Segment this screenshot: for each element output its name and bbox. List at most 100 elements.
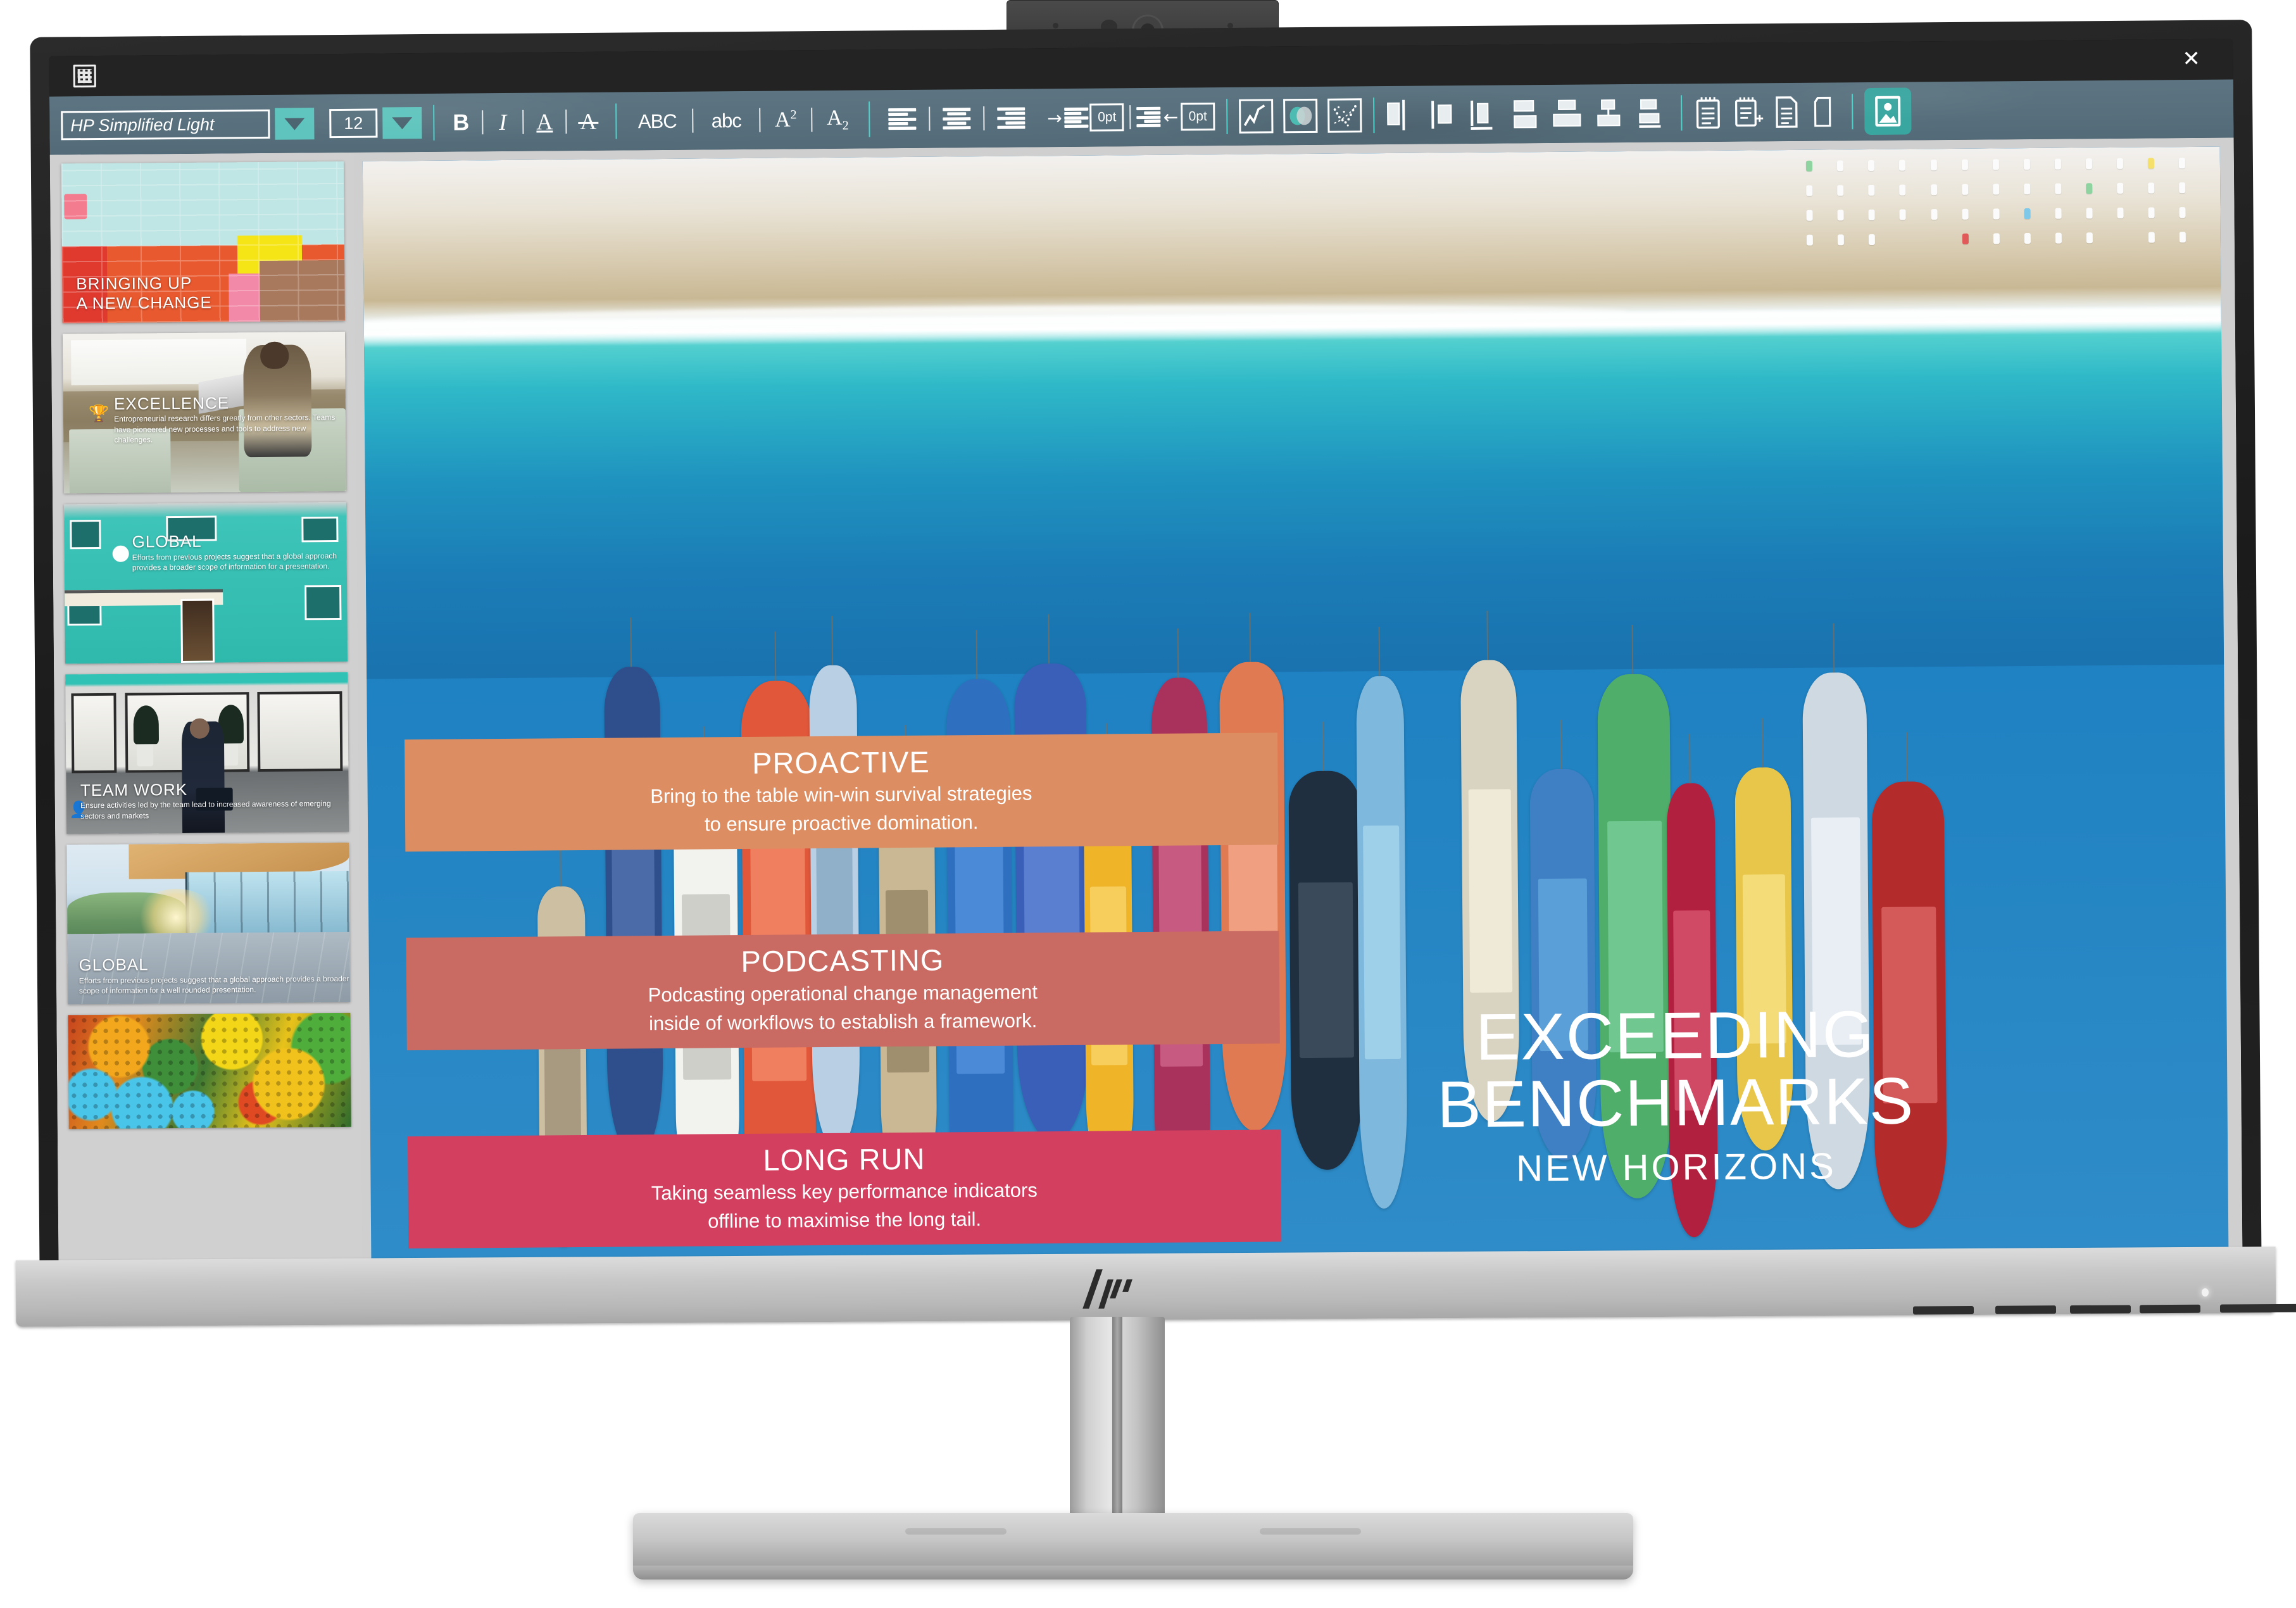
scatter-chart-button[interactable]: [1327, 98, 1362, 133]
line-chart-button[interactable]: [1239, 99, 1274, 134]
slide-thumbnail-rail[interactable]: BRINGING UP A NEW CHANGE 🏆 EXCELLENCE En…: [49, 152, 363, 1275]
notes-button[interactable]: [1693, 95, 1722, 130]
osd-button-2[interactable]: [1995, 1305, 2057, 1314]
strikethrough-button[interactable]: A: [572, 109, 604, 134]
font-family-select[interactable]: HP Simplified Light: [61, 109, 270, 141]
toolbar-separator: [1851, 94, 1854, 130]
subscript-button[interactable]: A2: [818, 106, 857, 132]
uppercase-button[interactable]: ABC: [628, 110, 686, 132]
bold-button[interactable]: B: [446, 109, 476, 135]
beach-umbrella: [1838, 234, 1845, 245]
beach-umbrella: [2086, 232, 2093, 243]
osd-button-1[interactable]: [1912, 1305, 1974, 1315]
layout-banner-button[interactable]: [1553, 99, 1586, 129]
beach-umbrella: [1962, 233, 1969, 244]
beach-umbrella: [2179, 206, 2186, 218]
insert-image-button[interactable]: [1864, 87, 1912, 135]
toolbar-divider: [692, 108, 694, 133]
toolbar-separator: [615, 103, 617, 139]
toolbar-separator: [869, 101, 870, 137]
beach-umbrella: [2055, 208, 2062, 219]
italic-button[interactable]: I: [489, 110, 517, 135]
page-icon: [1814, 96, 1831, 127]
screenshot-scene: ✕ HP Simplified Light 12 B I A A ABC abc…: [0, 0, 2296, 1608]
venn-diagram-button[interactable]: [1283, 98, 1318, 134]
beach-umbrella: [1931, 208, 1938, 220]
indent-increase-button[interactable]: → 0pt: [1046, 103, 1124, 132]
layout-sidebar-button[interactable]: [1469, 99, 1502, 130]
indent-decrease-value: 0pt: [1181, 103, 1215, 131]
beach-umbrella: [1837, 185, 1844, 196]
beach-umbrella: [1930, 160, 1937, 171]
slide-box-podcasting[interactable]: PODCASTING Podcasting operational change…: [406, 931, 1280, 1050]
osd-button-3[interactable]: [2069, 1305, 2131, 1314]
osd-button-4[interactable]: [2139, 1304, 2201, 1314]
superscript-button[interactable]: A2: [766, 108, 805, 132]
thumb-caption: GLOBAL Efforts from previous projects su…: [132, 532, 337, 572]
indent-increase-value: 0pt: [1089, 103, 1124, 132]
slide-thumb-global-building[interactable]: GLOBAL Efforts from previous projects su…: [64, 501, 348, 664]
underline-button[interactable]: A: [529, 109, 560, 134]
indent-decrease-button[interactable]: ← 0pt: [1136, 103, 1215, 131]
align-right-button[interactable]: [990, 107, 1032, 129]
beach-umbrella: [1992, 184, 1999, 195]
beach-umbrella: [1899, 184, 1906, 196]
webcam-sensor-left: [1053, 23, 1058, 28]
thumb-caption: BRINGING UP A NEW CHANGE: [76, 273, 212, 313]
slide-headline[interactable]: EXCEEDING BENCHMARKS NEW HORIZONS: [1183, 998, 2168, 1197]
document-button[interactable]: [1772, 94, 1801, 130]
layout-header-button[interactable]: [1595, 98, 1628, 129]
font-family-dropdown-button[interactable]: [275, 108, 315, 140]
beach-umbrella: [1992, 159, 1999, 170]
lowercase-button[interactable]: abc: [699, 109, 753, 131]
font-size-select[interactable]: 12: [329, 108, 378, 139]
slide-thumb-excellence[interactable]: 🏆 EXCELLENCE Entropreneurial research di…: [62, 331, 346, 494]
beach-umbrella: [1993, 232, 2000, 244]
page-button[interactable]: [1811, 94, 1840, 129]
beach-umbrella: [1807, 234, 1814, 246]
beach-umbrella: [1962, 208, 1969, 220]
align-center-icon: [943, 108, 971, 130]
layout-split-button[interactable]: [1386, 99, 1419, 130]
toolbar-separator: [1373, 97, 1375, 134]
layout-header-icon: [1601, 99, 1615, 110]
monitor-stand-neck: [1070, 1317, 1165, 1526]
align-left-button[interactable]: [881, 108, 923, 130]
beach-umbrella: [2148, 207, 2155, 218]
monitor-osd-buttons[interactable]: [1869, 1303, 2296, 1318]
add-note-button[interactable]: [1733, 94, 1764, 130]
layout-split-icon: [1387, 102, 1400, 125]
beach-umbrella: [1869, 234, 1876, 245]
beach-umbrella: [2148, 182, 2155, 194]
chevron-down-icon: [284, 117, 305, 130]
layout-two-column-button[interactable]: [1427, 99, 1460, 130]
slide-box-long-run[interactable]: LONG RUN Taking seamless key performance…: [407, 1129, 1281, 1249]
slide-thumb-global-plaza[interactable]: GLOBAL Efforts from previous projects su…: [66, 842, 351, 1005]
layout-stacked-button[interactable]: [1511, 99, 1544, 129]
close-icon[interactable]: ✕: [2178, 46, 2204, 72]
layout-banner-icon: [1558, 99, 1576, 110]
beach-umbrella: [2117, 182, 2124, 194]
beach-umbrella: [1930, 184, 1937, 196]
slide-thumb-chameleon[interactable]: [68, 1012, 351, 1129]
slide-thumb-bringing-up-a-new-change[interactable]: BRINGING UP A NEW CHANGE: [61, 161, 345, 323]
slide-box-proactive[interactable]: PROACTIVE Bring to the table win-win sur…: [404, 732, 1278, 852]
font-size-dropdown-button[interactable]: [382, 106, 422, 139]
align-center-button[interactable]: [936, 108, 977, 130]
layout-footer-button[interactable]: [1636, 97, 1669, 128]
beach-umbrella: [2086, 207, 2093, 218]
monitor-screen: ✕ HP Simplified Light 12 B I A A ABC abc…: [49, 39, 2243, 1275]
slide-thumb-team-work[interactable]: 👤 TEAM WORK Ensure activities led by the…: [65, 672, 349, 834]
toolbar-divider: [522, 110, 524, 134]
toolbar-separator: [1226, 98, 1228, 134]
layout-sidebar-icon: [1471, 100, 1474, 126]
thumb-caption: EXCELLENCE Entropreneurial research diff…: [113, 393, 336, 444]
beach-umbrella: [2085, 158, 2092, 170]
power-button[interactable]: [2219, 1303, 2296, 1313]
beach-umbrella: [2024, 232, 2031, 244]
layout-footer-icon: [1640, 99, 1657, 110]
current-slide[interactable]: PROACTIVE Bring to the table win-win sur…: [362, 146, 2229, 1264]
toolbar-divider: [811, 108, 813, 132]
beach-umbrella: [2023, 183, 2031, 194]
beach-umbrella: [1899, 160, 1906, 171]
